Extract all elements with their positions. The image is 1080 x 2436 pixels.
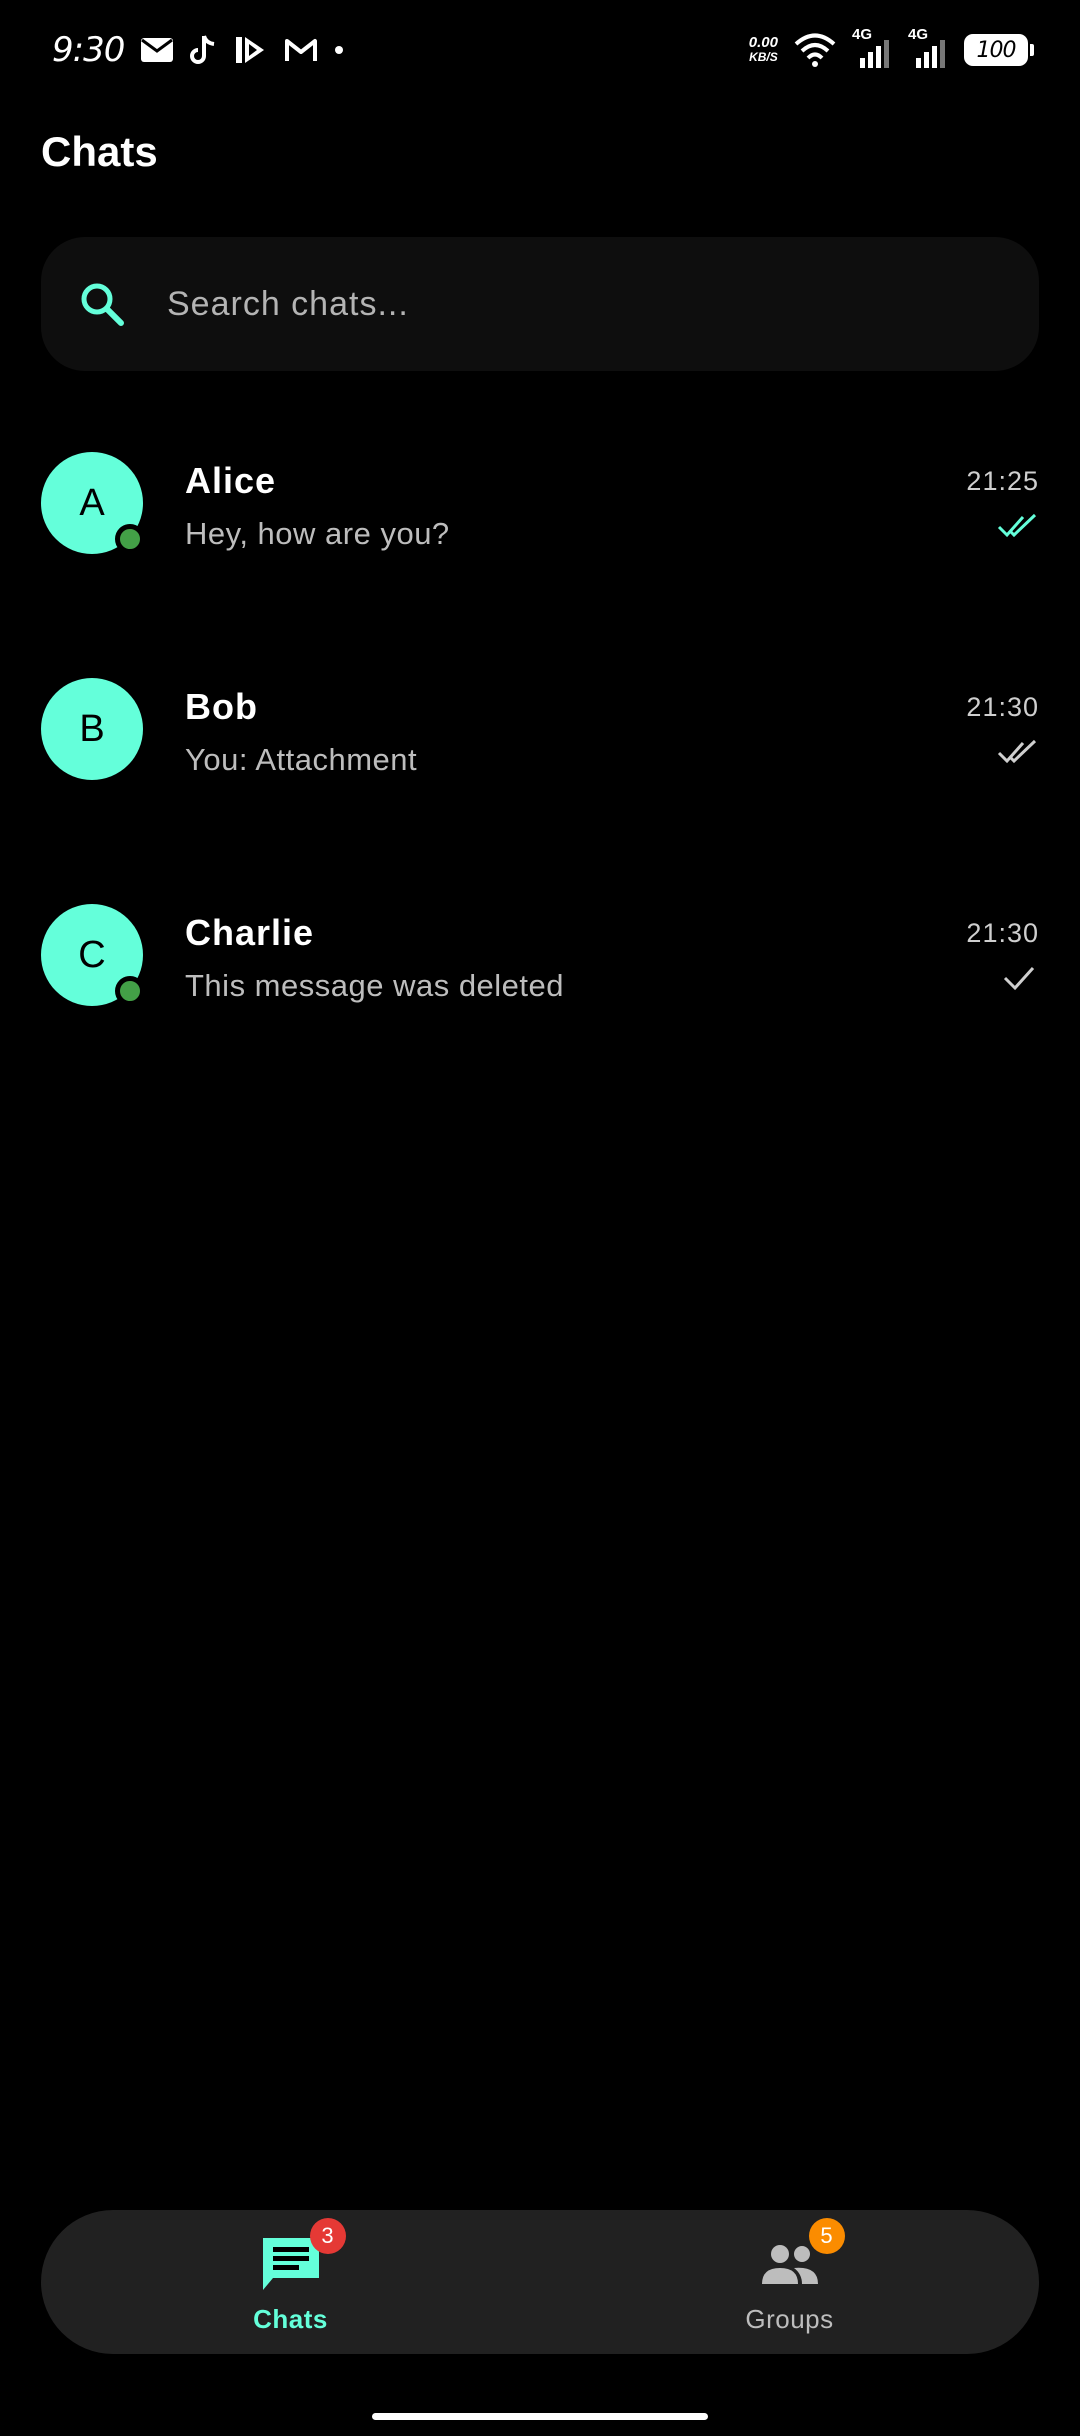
status-left: 9:30 xyxy=(52,30,344,70)
status-right: 0.00 KB/S 4G 4G 100 xyxy=(749,26,1034,70)
online-indicator xyxy=(115,524,145,554)
network-speed-unit: KB/S xyxy=(749,50,778,64)
mail-icon xyxy=(140,37,174,63)
chat-name: Charlie xyxy=(185,912,315,953)
network-type-2: 4G xyxy=(908,26,929,43)
avatar-wrap: B xyxy=(41,678,143,780)
cellular-signal-2: 4G xyxy=(908,26,948,70)
network-speed: 0.00 KB/S xyxy=(749,35,778,65)
home-indicator[interactable] xyxy=(372,2413,708,2420)
page-title: Chats xyxy=(41,128,158,175)
group-icon xyxy=(761,2244,818,2284)
avatar-wrap: A xyxy=(41,452,145,554)
cellular-signal-1: 4G xyxy=(852,26,892,70)
search-bar[interactable] xyxy=(41,237,1039,371)
chat-name: Bob xyxy=(185,686,258,727)
double-check-read-icon xyxy=(997,513,1037,538)
chat-list: A Alice Hey, how are you? 21:25 B Bob Yo… xyxy=(0,430,1080,1108)
status-time: 9:30 xyxy=(52,30,125,70)
nav-icon-wrap: 3 xyxy=(258,2217,346,2294)
chat-time: 21:30 xyxy=(966,692,1039,722)
chat-time: 21:30 xyxy=(966,918,1039,948)
nav-label-groups: Groups xyxy=(745,2303,834,2334)
tiktok-icon xyxy=(190,34,218,66)
avatar-wrap: C xyxy=(41,904,145,1006)
unread-badge: 3 xyxy=(309,2217,346,2254)
chat-name: Alice xyxy=(185,460,277,501)
network-speed-value: 0.00 xyxy=(748,34,778,51)
play-store-icon xyxy=(234,34,268,66)
double-check-icon xyxy=(997,739,1037,764)
chat-preview: You: Attachment xyxy=(185,742,418,777)
chat-item-bob[interactable]: B Bob You: Attachment 21:30 xyxy=(0,656,1080,882)
nav-label-chats: Chats xyxy=(253,2303,328,2334)
unread-badge: 5 xyxy=(808,2217,845,2254)
gmail-icon xyxy=(284,37,318,63)
battery-level: 100 xyxy=(976,37,1017,63)
bottom-nav: 3 Chats 5 Groups xyxy=(41,2210,1039,2354)
single-check-icon xyxy=(1003,966,1035,991)
chat-item-charlie[interactable]: C Charlie This message was deleted 21:30 xyxy=(0,882,1080,1108)
chat-preview: Hey, how are you? xyxy=(185,516,450,551)
wifi-icon xyxy=(794,33,836,67)
online-indicator xyxy=(115,976,145,1006)
chat-item-alice[interactable]: A Alice Hey, how are you? 21:25 xyxy=(0,430,1080,656)
chat-list-screen: 9:30 0.00 KB/S 4G 4G 100 Chats Search ch… xyxy=(0,0,1080,2436)
search-input[interactable] xyxy=(167,284,1039,324)
nav-tab-chats[interactable]: 3 Chats xyxy=(41,2210,540,2354)
more-notifications-dot-icon xyxy=(334,45,344,55)
chat-preview: This message was deleted xyxy=(185,968,565,1003)
nav-tab-groups[interactable]: 5 Groups xyxy=(540,2210,1039,2354)
battery-icon: 100 xyxy=(964,34,1034,66)
status-bar: 9:30 0.00 KB/S 4G 4G 100 xyxy=(0,0,1080,100)
network-type-1: 4G xyxy=(852,26,873,43)
search-icon xyxy=(81,283,124,326)
chat-time: 21:25 xyxy=(966,466,1039,496)
avatar: B xyxy=(41,678,143,780)
nav-icon-wrap: 5 xyxy=(757,2217,845,2294)
